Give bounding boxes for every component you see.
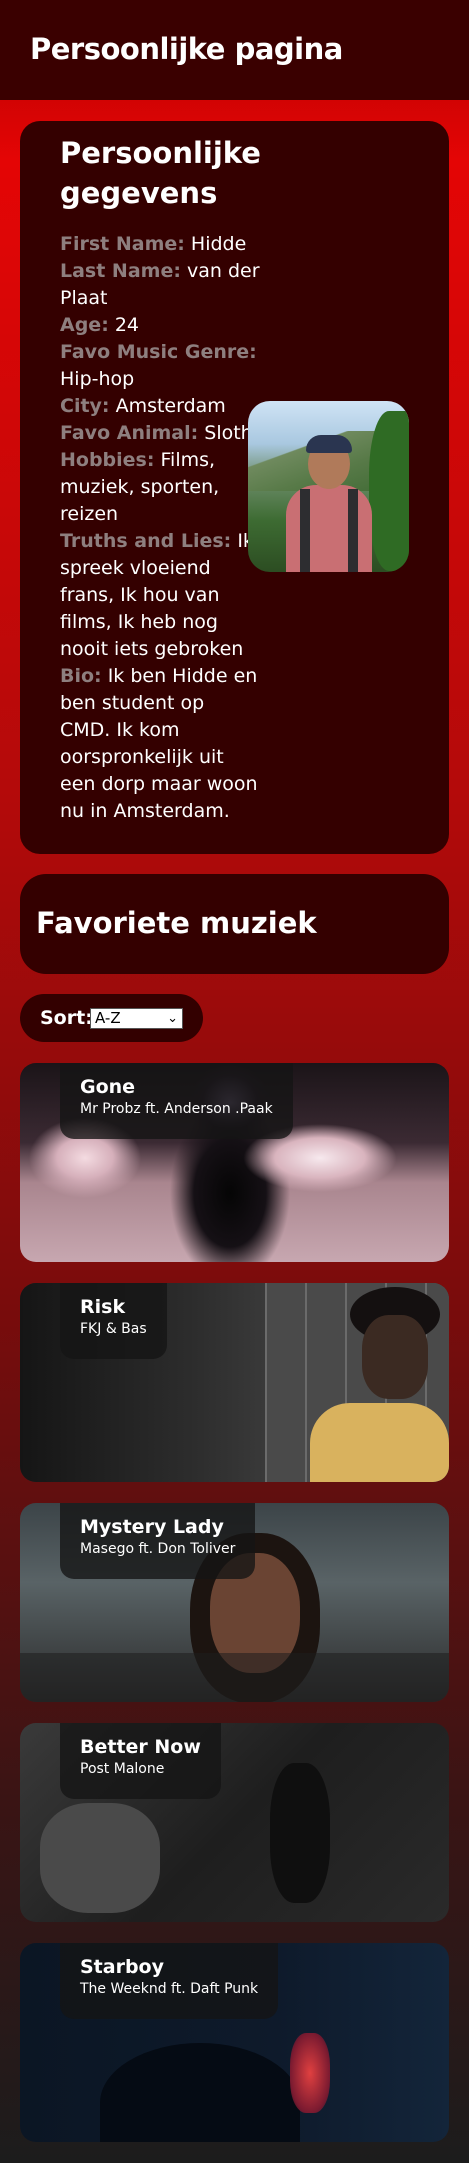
personal-fields: First Name: Hidde Last Name: van der Pla… (60, 231, 260, 825)
field-label: First Name: (60, 233, 185, 255)
field-label: City: (60, 395, 110, 417)
song-image-shape (270, 1763, 330, 1903)
field-label: Hobbies: (60, 449, 155, 471)
field-animal: Favo Animal: Sloth (60, 420, 260, 447)
field-value: Hidde (190, 233, 247, 255)
music-heading-card: Favoriete muziek (20, 874, 449, 974)
field-label: Bio: (60, 665, 102, 687)
song-title: Gone (80, 1076, 136, 1098)
page-title: Persoonlijke pagina (30, 32, 343, 66)
field-value: Amsterdam (115, 395, 226, 417)
photo-person-body (286, 485, 372, 572)
song-info: Better Now Post Malone (60, 1723, 221, 1799)
song-info: Mystery Lady Masego ft. Don Toliver (60, 1503, 256, 1579)
song-info: Risk FKJ & Bas (60, 1283, 167, 1359)
photo-strap-left (300, 489, 310, 572)
song-card-mystery-lady[interactable]: Mystery Lady Masego ft. Don Toliver (20, 1503, 449, 1702)
song-info: Gone Mr Probz ft. Anderson .Paak (60, 1063, 293, 1139)
field-last-name: Last Name: van der Plaat (60, 258, 260, 312)
field-age: Age: 24 (60, 312, 260, 339)
personal-info-card: Persoonlijke gegevens First Name: Hidde … (20, 121, 449, 854)
song-title: Starboy (80, 1956, 164, 1978)
song-image-shirt (310, 1403, 449, 1482)
field-music-genre: Favo Music Genre: Hip-hop (60, 339, 260, 393)
field-bio: Bio: Ik ben Hidde en ben student op CMD.… (60, 663, 260, 825)
field-value: Ik ben Hidde en ben student op CMD. Ik k… (60, 665, 258, 822)
sort-selected-value: A-Z (95, 1009, 121, 1027)
song-artist: Mr Probz ft. Anderson .Paak (80, 1101, 273, 1117)
song-image-shape (40, 1803, 160, 1913)
song-image-face (362, 1315, 428, 1399)
field-first-name: First Name: Hidde (60, 231, 260, 258)
song-artist: Post Malone (80, 1761, 165, 1777)
profile-photo (248, 401, 409, 572)
song-card-starboy[interactable]: Starboy The Weeknd ft. Daft Punk (20, 1943, 449, 2142)
chevron-down-icon: ⌄ (167, 1011, 178, 1026)
sort-label: Sort: (40, 1007, 93, 1029)
song-title: Better Now (80, 1736, 201, 1758)
field-label: Favo Animal: (60, 422, 199, 444)
field-truths-lies: Truths and Lies: Ik spreek vloeiend fran… (60, 528, 260, 663)
song-info: Starboy The Weeknd ft. Daft Punk (60, 1943, 279, 2019)
field-value: Sloth (204, 422, 253, 444)
field-label: Last Name: (60, 260, 181, 282)
top-bar: Persoonlijke pagina (0, 0, 469, 100)
photo-person-cap (306, 435, 352, 453)
song-image-glow (290, 2033, 330, 2113)
field-label: Age: (60, 314, 109, 336)
song-artist: Masego ft. Don Toliver (80, 1541, 236, 1557)
field-hobbies: Hobbies: Films, muziek, sporten, reizen (60, 447, 260, 528)
song-title: Risk (80, 1296, 126, 1318)
personal-heading: Persoonlijke gegevens (60, 136, 261, 210)
song-card-gone[interactable]: Gone Mr Probz ft. Anderson .Paak (20, 1063, 449, 1262)
song-title: Mystery Lady (80, 1516, 224, 1538)
song-card-risk[interactable]: Risk FKJ & Bas (20, 1283, 449, 1482)
song-artist: FKJ & Bas (80, 1321, 147, 1337)
field-label: Favo Music Genre: (60, 341, 257, 363)
sort-control: Sort: A-Z ⌄ (20, 994, 203, 1042)
song-image-silhouette (100, 2043, 300, 2142)
sort-select[interactable]: A-Z ⌄ (90, 1008, 183, 1029)
photo-foliage (369, 411, 409, 571)
field-value: 24 (114, 314, 140, 336)
field-label: Truths and Lies: (60, 530, 232, 552)
song-artist: The Weeknd ft. Daft Punk (80, 1981, 259, 1997)
field-city: City: Amsterdam (60, 393, 260, 420)
music-heading: Favoriete muziek (36, 906, 317, 940)
song-card-better-now[interactable]: Better Now Post Malone (20, 1723, 449, 1922)
photo-strap-right (348, 489, 358, 572)
field-value: Hip-hop (60, 368, 135, 390)
song-image-band (20, 1653, 449, 1702)
